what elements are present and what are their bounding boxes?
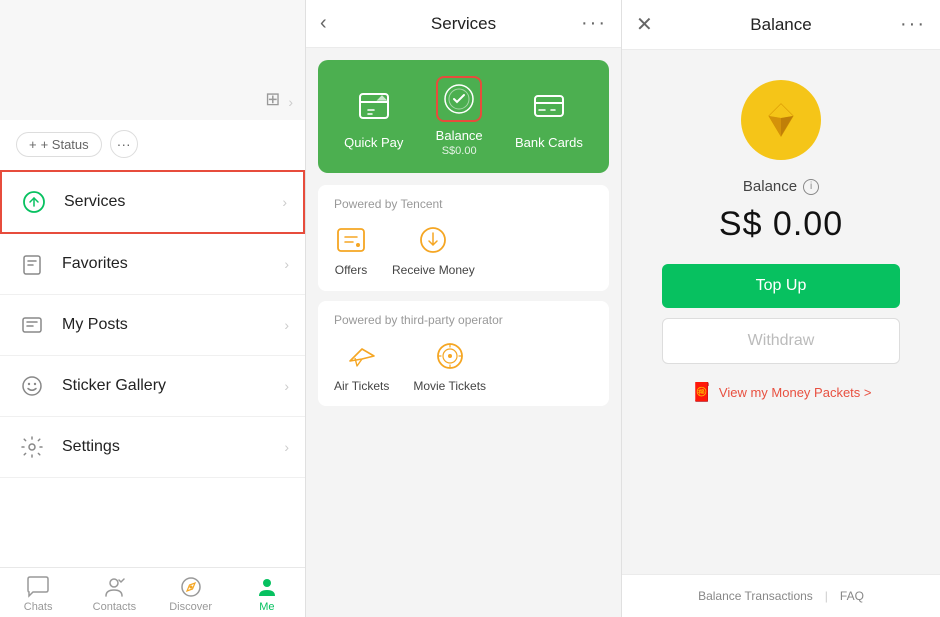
close-button[interactable]: ✕	[636, 12, 653, 37]
bottom-navigation: Chats Contacts Discover	[0, 567, 305, 617]
bank-cards-label: Bank Cards	[515, 135, 583, 150]
balance-label: Balance	[436, 128, 483, 143]
nav-me[interactable]: Me	[229, 568, 305, 617]
topup-button[interactable]: Top Up	[662, 264, 900, 308]
receive-money-icon	[416, 223, 450, 257]
contacts-icon	[103, 576, 125, 598]
favorites-icon	[16, 248, 48, 280]
quick-pay-item[interactable]: Quick Pay	[344, 83, 403, 150]
plus-icon: +	[29, 137, 37, 152]
air-tickets-label: Air Tickets	[334, 379, 389, 393]
more-button[interactable]: ···	[110, 130, 138, 158]
balance-amount: S$ 0.00	[719, 205, 843, 244]
quick-pay-label: Quick Pay	[344, 135, 403, 150]
services-panel: ‹ Services ··· Quick Pay	[306, 0, 622, 617]
balance-icon-box	[436, 76, 482, 122]
faq-link[interactable]: FAQ	[840, 589, 864, 603]
chats-label: Chats	[24, 601, 53, 613]
receive-money-item[interactable]: Receive Money	[392, 223, 475, 279]
me-label: Me	[259, 601, 274, 613]
powered-by-third-party: Powered by third-party operator	[334, 313, 593, 327]
red-envelope-icon: 🧧	[691, 382, 713, 403]
chevron-right-icon: ›	[284, 317, 289, 333]
sticker-gallery-icon	[16, 370, 48, 402]
chats-icon	[26, 576, 50, 598]
balance-transactions-link[interactable]: Balance Transactions	[698, 589, 813, 603]
settings-icon	[16, 431, 48, 463]
menu-item-my-posts[interactable]: My Posts ›	[0, 295, 305, 356]
info-icon[interactable]: i	[803, 179, 819, 195]
menu-item-services[interactable]: Services ›	[0, 170, 305, 234]
my-posts-label: My Posts	[62, 316, 284, 334]
quick-pay-icon-box	[351, 83, 397, 129]
me-icon	[256, 576, 278, 598]
movie-tickets-label: Movie Tickets	[413, 379, 486, 395]
offers-label: Offers	[335, 263, 367, 277]
movie-tickets-icon	[433, 339, 467, 373]
chevron-right-icon: ›	[284, 378, 289, 394]
more-options-button[interactable]: ···	[900, 13, 926, 36]
balance-header-title: Balance	[750, 15, 811, 35]
offers-icon	[334, 223, 368, 257]
status-button[interactable]: + + Status	[16, 132, 102, 157]
money-packets-row[interactable]: 🧧 View my Money Packets >	[691, 382, 872, 403]
services-green-card: Quick Pay Balance S$0.00	[318, 60, 609, 173]
third-party-services-row: Air Tickets Movie Tickets	[334, 339, 593, 395]
contacts-label: Contacts	[93, 601, 136, 613]
air-tickets-item[interactable]: Air Tickets	[334, 339, 389, 395]
me-panel: ⊞ › + + Status ··· Services › Favorite	[0, 0, 306, 617]
my-posts-icon	[16, 309, 48, 341]
tencent-services-row: Offers Receive Money	[334, 223, 593, 279]
balance-text-label: Balance	[743, 178, 797, 195]
chevron-right-icon: ›	[288, 94, 293, 110]
bank-cards-icon-box	[526, 83, 572, 129]
chevron-right-icon: ›	[282, 194, 287, 210]
services-icon	[18, 186, 50, 218]
money-packets-link[interactable]: View my Money Packets >	[719, 385, 872, 400]
balance-header: ✕ Balance ···	[622, 0, 940, 50]
services-label: Services	[64, 193, 282, 211]
balance-label-row: Balance i	[743, 178, 819, 195]
tencent-section: Powered by Tencent Offers	[318, 185, 609, 291]
services-header: ‹ Services ···	[306, 0, 621, 48]
sticker-gallery-label: Sticker Gallery	[62, 377, 284, 395]
discover-icon	[180, 576, 202, 598]
movie-tickets-item[interactable]: Movie Tickets	[413, 339, 486, 395]
balance-footer: Balance Transactions | FAQ	[622, 574, 940, 617]
balance-sub-amount: S$0.00	[442, 145, 477, 157]
status-label: + Status	[41, 137, 89, 152]
diamond-coin-icon	[741, 80, 821, 160]
settings-label: Settings	[62, 438, 284, 456]
chevron-right-icon: ›	[284, 439, 289, 455]
withdraw-button[interactable]: Withdraw	[662, 318, 900, 364]
balance-item[interactable]: Balance S$0.00	[436, 76, 483, 157]
favorites-label: Favorites	[62, 255, 284, 273]
nav-contacts[interactable]: Contacts	[76, 568, 152, 617]
footer-divider: |	[825, 589, 828, 603]
balance-panel: ✕ Balance ··· Balance i S$ 0.00 Top Up W…	[622, 0, 940, 617]
back-button[interactable]: ‹	[320, 12, 327, 35]
more-options-button[interactable]: ···	[581, 12, 607, 35]
third-party-section: Powered by third-party operator Air Tick…	[318, 301, 609, 407]
offers-item[interactable]: Offers	[334, 223, 368, 279]
status-row: + + Status ···	[0, 120, 305, 170]
powered-by-tencent: Powered by Tencent	[334, 197, 593, 211]
services-title: Services	[431, 14, 496, 34]
air-tickets-icon	[345, 339, 379, 373]
menu-item-favorites[interactable]: Favorites ›	[0, 234, 305, 295]
balance-content: Balance i S$ 0.00 Top Up Withdraw 🧧 View…	[622, 50, 940, 423]
nav-chats[interactable]: Chats	[0, 568, 76, 617]
nav-discover[interactable]: Discover	[153, 568, 229, 617]
menu-item-settings[interactable]: Settings ›	[0, 417, 305, 478]
menu-item-sticker-gallery[interactable]: Sticker Gallery ›	[0, 356, 305, 417]
grid-icon: ⊞	[265, 89, 280, 110]
profile-top-area: ⊞ ›	[0, 0, 305, 120]
bank-cards-item[interactable]: Bank Cards	[515, 83, 583, 150]
chevron-right-icon: ›	[284, 256, 289, 272]
receive-money-label: Receive Money	[392, 263, 475, 279]
discover-label: Discover	[169, 601, 212, 613]
